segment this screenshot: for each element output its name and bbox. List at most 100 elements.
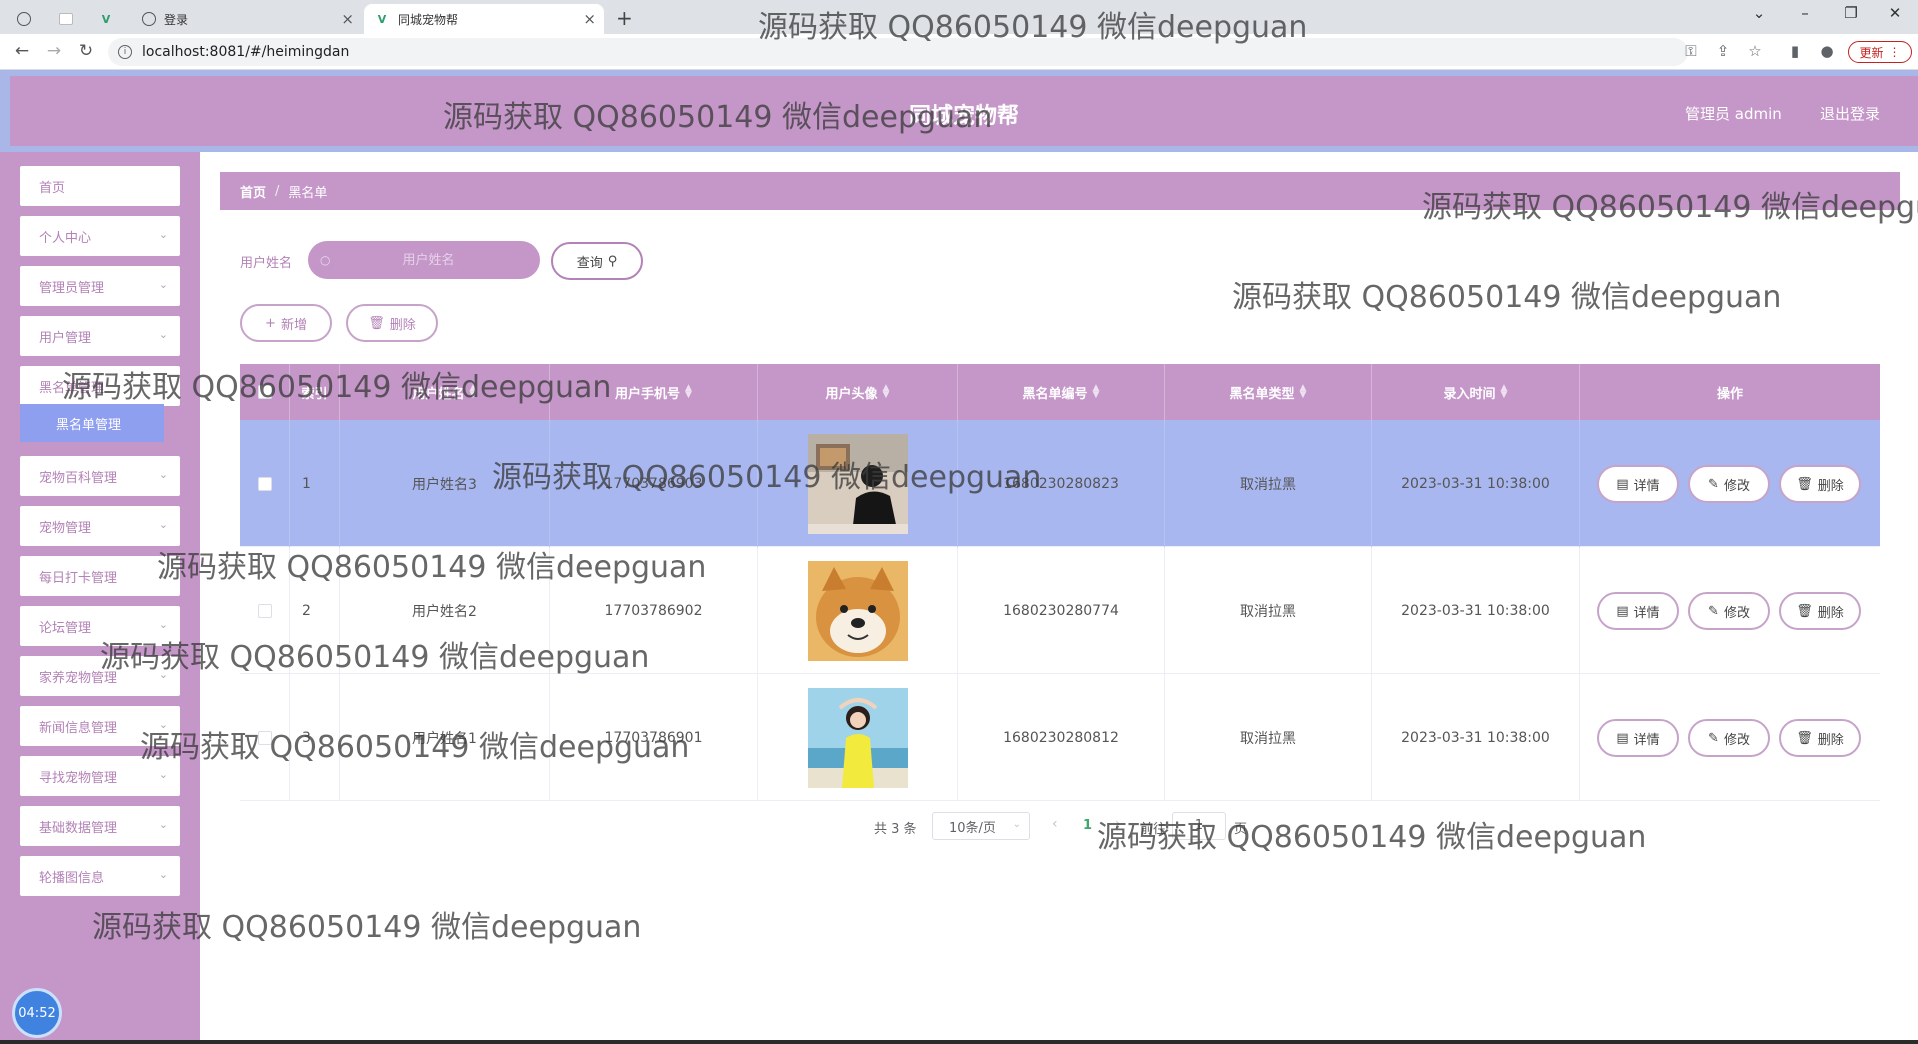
header-avatar[interactable]: 用户头像 ▲ ▼	[758, 364, 958, 420]
checkbox[interactable]	[257, 476, 272, 491]
minimize-icon[interactable]: –	[1782, 4, 1828, 22]
batch-delete-button[interactable]: 🗑 删除	[346, 304, 438, 342]
browser-update-button[interactable]: 更新 ⋮	[1848, 41, 1912, 63]
document-icon: ▤	[1616, 730, 1629, 746]
edit-label: 修改	[1723, 478, 1750, 494]
sort-icon[interactable]: ▲ ▼	[1300, 384, 1307, 400]
edit-button[interactable]: ✎ 修改	[1688, 465, 1770, 503]
forward-icon[interactable]: →	[42, 41, 66, 61]
sidebar-item-pet-management[interactable]: 宠物管理 ⌄	[20, 506, 180, 546]
header-entry-time[interactable]: 录入时间 ▲ ▼	[1372, 364, 1580, 420]
header-label: 黑名单编号	[1022, 386, 1088, 402]
sidebar-item-personal-center[interactable]: 个人中心 ⌄	[20, 216, 180, 256]
sidebar: 首页 个人中心 ⌄ 管理员管理 ⌄ 用户管理 ⌄ 黑名单管理 ⌃ 黑名单管理 宠…	[0, 152, 200, 1044]
browser-tab-pinned-3[interactable]: V	[88, 4, 124, 34]
row-select[interactable]	[240, 674, 290, 801]
table-row[interactable]: 2 用户姓名2 17703786902 1680230280774 取消拉黑 2…	[240, 547, 1880, 674]
tab-search-icon[interactable]: ⌄	[1736, 4, 1782, 22]
header-blacklist-code[interactable]: 黑名单编号 ▲ ▼	[958, 364, 1165, 420]
trash-icon: 🗑	[1796, 603, 1813, 619]
sidebar-subitem-blacklist[interactable]: 黑名单管理	[20, 404, 164, 442]
search-field[interactable]: ○	[308, 241, 540, 279]
browser-tab-login[interactable]: 登录 ×	[132, 4, 362, 34]
header-label: 用户手机号	[615, 386, 681, 402]
cell-entry-time: 2023-03-31 10:38:00	[1372, 420, 1580, 547]
close-tab-icon[interactable]: ×	[583, 10, 596, 28]
header-select-all[interactable]	[240, 364, 290, 420]
delete-button[interactable]: 🗑 删除	[1779, 719, 1861, 757]
checkbox[interactable]	[257, 603, 272, 618]
sidebar-item-user-management[interactable]: 用户管理 ⌄	[20, 316, 180, 356]
edit-button[interactable]: ✎ 修改	[1688, 592, 1770, 630]
avatar[interactable]	[807, 433, 908, 534]
sidebar-item-blacklist-management[interactable]: 黑名单管理 ⌃	[20, 366, 180, 406]
table-row[interactable]: 3 用户姓名1 17703786901 1680230280812 取消拉黑 2…	[240, 674, 1880, 801]
detail-button[interactable]: ▤ 详情	[1597, 719, 1679, 757]
sidebar-item-news[interactable]: 新闻信息管理 ⌄	[20, 706, 180, 746]
close-window-icon[interactable]: ✕	[1872, 4, 1918, 22]
delete-button[interactable]: 🗑 删除	[1779, 592, 1861, 630]
profile-icon[interactable]: ●	[1816, 42, 1838, 60]
breadcrumb-home[interactable]: 首页	[240, 182, 266, 201]
detail-button[interactable]: ▤ 详情	[1597, 592, 1679, 630]
clock-badge[interactable]: 04:52	[12, 988, 62, 1038]
checkbox[interactable]	[257, 385, 272, 399]
delete-label: 删除	[1817, 605, 1844, 621]
chevron-up-icon: ⌃	[158, 378, 168, 391]
sidebar-item-home[interactable]: 首页	[20, 166, 180, 206]
sidebar-item-carousel[interactable]: 轮播图信息 ⌄	[20, 856, 180, 896]
add-button[interactable]: + 新增	[240, 304, 332, 342]
sort-icon[interactable]: ▲ ▼	[470, 384, 477, 400]
detail-button[interactable]: ▤ 详情	[1597, 465, 1679, 503]
sidebar-item-label: 论坛管理	[39, 620, 92, 636]
share-icon[interactable]: ⇪	[1712, 42, 1734, 60]
sidebar-item-pet-wiki[interactable]: 宠物百科管理 ⌄	[20, 456, 180, 496]
search-input[interactable]	[338, 252, 519, 268]
search-icon: ⚲	[607, 253, 618, 269]
table-row[interactable]: 1 用户姓名3 17703786903 1680230280823 取消拉黑 2…	[240, 420, 1880, 547]
cell-avatar	[758, 420, 958, 547]
checkbox[interactable]	[257, 730, 272, 745]
side-panel-icon[interactable]: ▮	[1784, 42, 1806, 60]
sidebar-item-lost-pets[interactable]: 寻找宠物管理 ⌄	[20, 756, 180, 796]
delete-button[interactable]: 🗑 删除	[1779, 465, 1861, 503]
header-phone[interactable]: 用户手机号 ▲ ▼	[550, 364, 758, 420]
page-size-select[interactable]: 10条/页 ⌄	[932, 812, 1030, 840]
header-user-name[interactable]: 用户姓名 ▲ ▼	[340, 364, 550, 420]
row-select[interactable]	[240, 547, 290, 674]
query-button[interactable]: 查询 ⚲	[551, 242, 643, 280]
new-tab-icon[interactable]: +	[616, 6, 633, 30]
blank-page-icon	[59, 13, 73, 25]
sort-icon[interactable]: ▲ ▼	[883, 384, 890, 400]
row-select[interactable]	[240, 420, 290, 547]
next-page-icon[interactable]: ›	[1115, 816, 1121, 832]
avatar[interactable]	[807, 687, 908, 788]
edit-button[interactable]: ✎ 修改	[1688, 719, 1770, 757]
sidebar-item-home-pets[interactable]: 家养宠物管理 ⌄	[20, 656, 180, 696]
prev-page-icon[interactable]: ‹	[1052, 816, 1058, 832]
site-info-icon[interactable]: i	[118, 45, 132, 59]
url-bar[interactable]: i localhost:8081/#/heimingdan	[108, 38, 1688, 66]
restore-icon[interactable]: ❐	[1828, 4, 1874, 22]
avatar[interactable]	[807, 560, 908, 661]
back-icon[interactable]: ←	[10, 41, 34, 61]
sort-icon[interactable]: ▲ ▼	[685, 384, 692, 400]
key-icon[interactable]: ⚿	[1680, 42, 1702, 60]
header-blacklist-type[interactable]: 黑名单类型 ▲ ▼	[1165, 364, 1372, 420]
browser-tab-pinned-1[interactable]	[6, 4, 42, 34]
breadcrumb-current: 黑名单	[288, 185, 328, 201]
logout-link[interactable]: 退出登录	[1820, 103, 1880, 124]
reload-icon[interactable]: ↻	[74, 41, 98, 61]
sidebar-item-daily-checkin[interactable]: 每日打卡管理 ⌄	[20, 556, 180, 596]
bookmark-star-icon[interactable]: ☆	[1744, 42, 1766, 60]
globe-icon	[142, 12, 156, 26]
goto-page-input[interactable]: 1	[1172, 812, 1226, 840]
sidebar-item-forum[interactable]: 论坛管理 ⌄	[20, 606, 180, 646]
close-tab-icon[interactable]: ×	[341, 10, 354, 28]
sidebar-item-admin-management[interactable]: 管理员管理 ⌄	[20, 266, 180, 306]
page-number-current[interactable]: 1	[1083, 818, 1092, 833]
browser-tab-pinned-2[interactable]	[48, 4, 84, 34]
browser-tab-active[interactable]: V 同城宠物帮 ×	[364, 4, 604, 34]
sort-icon[interactable]: ▲ ▼	[1501, 384, 1508, 400]
sort-icon[interactable]: ▲ ▼	[1093, 384, 1100, 400]
